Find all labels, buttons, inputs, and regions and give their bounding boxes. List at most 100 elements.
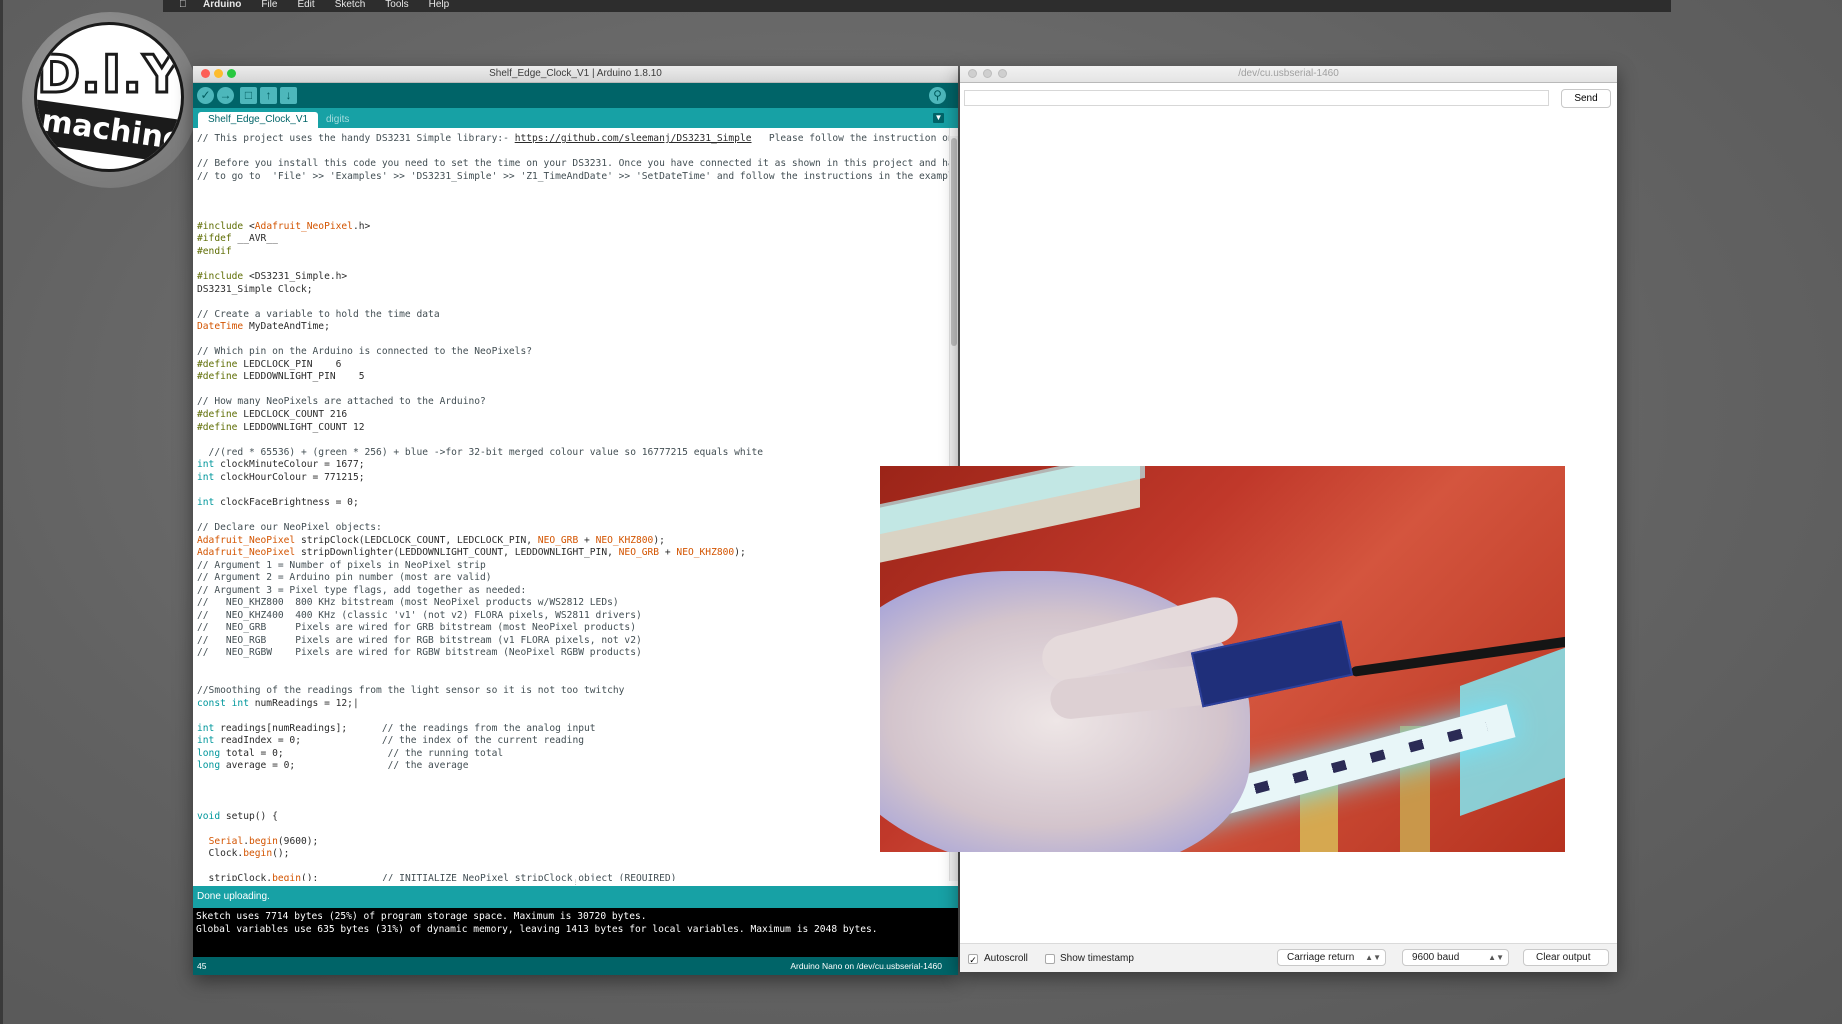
code-line[interactable]: // NEO_KHZ400 400 KHz (classic 'v1' (not… — [197, 610, 949, 623]
code-line[interactable]: // NEO_KHZ800 800 KHz bitstream (most Ne… — [197, 597, 949, 610]
save-sketch-button[interactable]: ↓ — [280, 87, 297, 104]
code-line[interactable] — [197, 296, 949, 309]
code-line[interactable]: // Create a variable to hold the time da… — [197, 309, 949, 322]
code-line[interactable] — [197, 710, 949, 723]
code-line[interactable]: #define LEDDOWNLIGHT_PIN 5 — [197, 371, 949, 384]
menu-file[interactable]: File — [261, 0, 277, 10]
code-line[interactable] — [197, 183, 949, 196]
code-token: // Declare our NeoPixel objects: — [197, 521, 382, 533]
code-line[interactable]: long average = 0; // the average — [197, 760, 949, 773]
show-timestamp-checkbox[interactable] — [1045, 954, 1055, 964]
status-message: Done uploading. — [197, 891, 270, 902]
code-line[interactable]: // Argument 2 = Arduino pin number (most… — [197, 572, 949, 585]
code-line[interactable]: // Which pin on the Arduino is connected… — [197, 346, 949, 359]
code-line[interactable]: #define LEDCLOCK_PIN 6 — [197, 359, 949, 372]
code-line[interactable] — [197, 208, 949, 221]
autoscroll-checkbox[interactable]: ✓ — [968, 954, 978, 965]
code-line[interactable]: Serial.begin(9600); — [197, 836, 949, 849]
code-line[interactable]: DateTime MyDateAndTime; — [197, 321, 949, 334]
code-line[interactable] — [197, 673, 949, 686]
code-token: ); — [734, 547, 746, 559]
code-token: Adafruit_NeoPixel — [254, 220, 353, 232]
code-line[interactable]: // How many NeoPixels are attached to th… — [197, 396, 949, 409]
code-line[interactable]: int readIndex = 0; // the index of the c… — [197, 735, 949, 748]
code-line[interactable]: long total = 0; // the running total — [197, 747, 949, 761]
code-token: Please follow the instruction on insta — [768, 133, 949, 144]
apple-icon[interactable]:  — [179, 0, 189, 10]
code-line[interactable]: // Argument 3 = Pixel type flags, add to… — [197, 585, 949, 598]
code-line[interactable]: //(red * 65536) + (green * 256) + blue -… — [197, 447, 949, 460]
code-line[interactable]: Adafruit_NeoPixel stripClock(LEDCLOCK_CO… — [197, 535, 949, 548]
code-token: // Argument 1 = Number of pixels in NeoP… — [197, 559, 486, 571]
code-line[interactable] — [197, 823, 949, 836]
code-line[interactable]: // NEO_GRB Pixels are wired for GRB bits… — [197, 622, 949, 635]
tab-shelf-edge-clock[interactable]: Shelf_Edge_Clock_V1 — [198, 112, 319, 128]
code-line[interactable] — [197, 196, 949, 209]
tab-digits[interactable]: digits — [316, 112, 359, 128]
code-line[interactable] — [197, 773, 949, 786]
line-ending-select[interactable]: Carriage return ▲▼ — [1277, 949, 1386, 966]
code-token: total = 0; — [220, 747, 388, 759]
code-line[interactable]: // Before you install this code you need… — [197, 158, 949, 171]
code-line[interactable]: #define LEDCLOCK_COUNT 216 — [197, 409, 949, 422]
new-sketch-button[interactable]: □ — [240, 87, 257, 104]
code-line[interactable] — [197, 334, 949, 347]
code-line[interactable]: //Smoothing of the readings from the lig… — [197, 685, 949, 698]
code-line[interactable]: DS3231_Simple Clock; — [197, 284, 949, 297]
code-line[interactable]: // NEO_RGBW Pixels are wired for RGBW bi… — [197, 647, 949, 660]
serial-send-input[interactable] — [964, 90, 1549, 106]
code-line[interactable]: // Declare our NeoPixel objects: — [197, 521, 949, 535]
code-line[interactable] — [197, 660, 949, 673]
menu-help[interactable]: Help — [429, 0, 450, 10]
tab-menu-icon[interactable]: ▼ — [933, 113, 944, 123]
code-line[interactable]: int clockFaceBrightness = 0; — [197, 497, 949, 510]
code-token: // Which pin on the Arduino is connected… — [197, 346, 533, 358]
code-token: // NEO_RGB Pixels are wired for RGB bits… — [197, 634, 642, 646]
code-token: // the average — [387, 760, 469, 772]
serial-monitor-button[interactable]: ⚲ — [929, 87, 946, 104]
code-line[interactable]: // to go to 'File' >> 'Examples' >> 'DS3… — [197, 171, 949, 184]
code-editor[interactable]: // This project uses the handy DS3231 Si… — [193, 128, 950, 935]
code-line[interactable] — [197, 384, 949, 397]
code-line[interactable] — [197, 798, 949, 811]
code-line[interactable]: #include <DS3231_Simple.h> — [197, 271, 949, 284]
code-line[interactable] — [197, 785, 949, 798]
code-line[interactable]: #include <Adafruit_NeoPixel.h> — [197, 220, 949, 234]
verify-button[interactable]: ✓ — [197, 87, 214, 104]
code-line[interactable]: int clockMinuteColour = 1677; — [197, 459, 949, 472]
send-button[interactable]: Send — [1561, 89, 1611, 108]
code-token: LEDCLOCK_COUNT 216 — [237, 409, 348, 421]
menu-sketch[interactable]: Sketch — [335, 0, 366, 10]
code-line[interactable]: int readings[numReadings]; // the readin… — [197, 723, 949, 736]
code-line[interactable]: #endif — [197, 246, 949, 259]
code-line[interactable]: #define LEDDOWNLIGHT_COUNT 12 — [197, 422, 949, 435]
code-line[interactable]: int clockHourColour = 771215; — [197, 472, 949, 485]
code-line[interactable] — [197, 484, 949, 497]
vertical-scrollbar[interactable] — [951, 138, 957, 346]
sketch-source[interactable]: // This project uses the handy DS3231 Si… — [197, 133, 949, 886]
upload-button[interactable]: → — [217, 87, 234, 104]
clear-output-button[interactable]: Clear output — [1523, 949, 1609, 966]
code-line[interactable]: void setup() { — [197, 811, 949, 824]
code-line[interactable]: Clock.begin(); — [197, 848, 949, 861]
code-line[interactable]: // Argument 1 = Number of pixels in NeoP… — [197, 559, 949, 573]
code-line[interactable]: Adafruit_NeoPixel stripDownlighter(LEDDO… — [197, 547, 949, 560]
code-line[interactable] — [197, 434, 949, 447]
code-line[interactable]: // This project uses the handy DS3231 Si… — [197, 133, 949, 146]
output-console: Sketch uses 7714 bytes (25%) of program … — [193, 908, 958, 957]
show-timestamp-label: Show timestamp — [1060, 953, 1134, 964]
code-line[interactable] — [197, 861, 949, 874]
code-line[interactable]: const int numReadings = 12;| — [197, 698, 949, 711]
code-line[interactable] — [197, 258, 949, 271]
code-line[interactable]: // NEO_RGB Pixels are wired for RGB bits… — [197, 634, 949, 648]
baud-rate-select[interactable]: 9600 baud ▲▼ — [1402, 949, 1509, 966]
menu-app-name[interactable]: Arduino — [203, 0, 241, 10]
code-line[interactable] — [197, 146, 949, 159]
code-line[interactable]: #ifdef __AVR__ — [197, 233, 949, 246]
menu-bar:  Arduino File Edit Sketch Tools Help — [163, 0, 1671, 12]
menu-tools[interactable]: Tools — [385, 0, 408, 10]
menu-edit[interactable]: Edit — [297, 0, 314, 10]
code-line[interactable] — [197, 509, 949, 522]
open-sketch-button[interactable]: ↑ — [260, 87, 277, 104]
